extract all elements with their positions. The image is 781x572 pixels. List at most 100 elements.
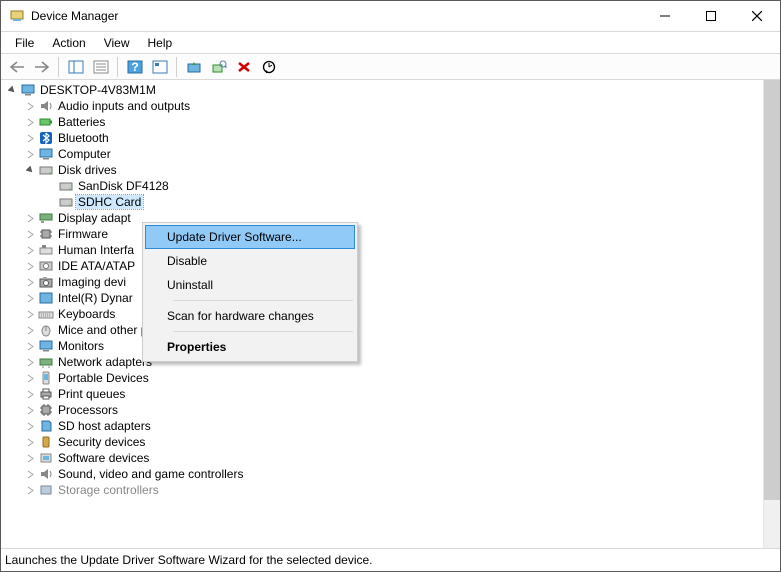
menu-view[interactable]: View bbox=[96, 34, 138, 52]
expand-icon[interactable] bbox=[23, 342, 37, 351]
node-sandisk[interactable]: SanDisk DF4128 bbox=[1, 178, 763, 194]
expand-icon[interactable] bbox=[23, 358, 37, 367]
scroll-thumb[interactable] bbox=[764, 80, 780, 500]
expand-icon[interactable] bbox=[23, 470, 37, 479]
ctx-properties[interactable]: Properties bbox=[145, 335, 355, 359]
maximize-button[interactable] bbox=[688, 1, 734, 31]
action-button[interactable] bbox=[148, 56, 171, 78]
node-keyboards[interactable]: Keyboards bbox=[1, 306, 763, 322]
camera-icon bbox=[38, 274, 54, 290]
node-computer[interactable]: Computer bbox=[1, 146, 763, 162]
tree-label: Display adapt bbox=[56, 211, 133, 225]
expand-icon[interactable] bbox=[23, 390, 37, 399]
help-button[interactable]: ? bbox=[123, 56, 146, 78]
display-adapter-icon bbox=[38, 210, 54, 226]
node-mice[interactable]: Mice and other pointing devices bbox=[1, 322, 763, 338]
expand-icon[interactable] bbox=[23, 262, 37, 271]
minimize-button[interactable] bbox=[642, 1, 688, 31]
tree-label: Software devices bbox=[56, 451, 151, 465]
ctx-scan-hardware[interactable]: Scan for hardware changes bbox=[145, 304, 355, 328]
ctx-update-driver[interactable]: Update Driver Software... bbox=[145, 225, 355, 249]
properties-button[interactable] bbox=[89, 56, 112, 78]
tree-label: Imaging devi bbox=[56, 275, 128, 289]
expand-icon[interactable] bbox=[23, 486, 37, 495]
tree-label: Batteries bbox=[56, 115, 107, 129]
expand-icon[interactable] bbox=[23, 230, 37, 239]
ctx-disable[interactable]: Disable bbox=[145, 249, 355, 273]
expand-icon[interactable] bbox=[23, 374, 37, 383]
app-icon bbox=[9, 8, 25, 24]
disable-button[interactable] bbox=[257, 56, 280, 78]
expand-collapse-icon[interactable] bbox=[5, 86, 19, 95]
node-security[interactable]: Security devices bbox=[1, 434, 763, 450]
update-driver-button[interactable] bbox=[182, 56, 205, 78]
node-firmware[interactable]: Firmware bbox=[1, 226, 763, 242]
back-button[interactable] bbox=[5, 56, 28, 78]
mouse-icon bbox=[38, 322, 54, 338]
node-batteries[interactable]: Batteries bbox=[1, 114, 763, 130]
tree-label: Security devices bbox=[56, 435, 147, 449]
node-display[interactable]: Display adapt bbox=[1, 210, 763, 226]
tree-label: Audio inputs and outputs bbox=[56, 99, 192, 113]
expand-icon[interactable] bbox=[23, 214, 37, 223]
tree-label: Monitors bbox=[56, 339, 106, 353]
tree-label-selected: SDHC Card bbox=[76, 195, 143, 209]
node-diskdrives[interactable]: Disk drives bbox=[1, 162, 763, 178]
node-bluetooth[interactable]: Bluetooth bbox=[1, 130, 763, 146]
node-storage[interactable]: Storage controllers bbox=[1, 482, 763, 498]
expand-icon[interactable] bbox=[23, 310, 37, 319]
expand-icon[interactable] bbox=[23, 102, 37, 111]
expand-icon[interactable] bbox=[23, 454, 37, 463]
expand-icon[interactable] bbox=[23, 134, 37, 143]
keyboard-icon bbox=[38, 306, 54, 322]
expand-icon[interactable] bbox=[23, 150, 37, 159]
menu-action[interactable]: Action bbox=[44, 34, 93, 52]
separator bbox=[176, 57, 177, 77]
vertical-scrollbar[interactable] bbox=[763, 80, 780, 548]
node-printq[interactable]: Print queues bbox=[1, 386, 763, 402]
node-ide[interactable]: IDE ATA/ATAP bbox=[1, 258, 763, 274]
collapse-icon[interactable] bbox=[23, 166, 37, 175]
node-sound[interactable]: Sound, video and game controllers bbox=[1, 466, 763, 482]
forward-button[interactable] bbox=[30, 56, 53, 78]
node-sdhost[interactable]: SD host adapters bbox=[1, 418, 763, 434]
node-processors[interactable]: Processors bbox=[1, 402, 763, 418]
menu-help[interactable]: Help bbox=[140, 34, 181, 52]
tree-label: Portable Devices bbox=[56, 371, 151, 385]
tree-label: Bluetooth bbox=[56, 131, 111, 145]
close-button[interactable] bbox=[734, 1, 780, 31]
node-imaging[interactable]: Imaging devi bbox=[1, 274, 763, 290]
security-icon bbox=[38, 434, 54, 450]
expand-icon[interactable] bbox=[23, 294, 37, 303]
speaker-icon bbox=[38, 98, 54, 114]
node-audio[interactable]: Audio inputs and outputs bbox=[1, 98, 763, 114]
ctx-uninstall[interactable]: Uninstall bbox=[145, 273, 355, 297]
show-hide-console-button[interactable] bbox=[64, 56, 87, 78]
node-hid[interactable]: Human Interfa bbox=[1, 242, 763, 258]
expand-icon[interactable] bbox=[23, 118, 37, 127]
separator bbox=[117, 57, 118, 77]
node-monitors[interactable]: Monitors bbox=[1, 338, 763, 354]
menu-file[interactable]: File bbox=[7, 34, 42, 52]
node-portable[interactable]: Portable Devices bbox=[1, 370, 763, 386]
expand-icon[interactable] bbox=[23, 278, 37, 287]
node-intel[interactable]: Intel(R) Dynar bbox=[1, 290, 763, 306]
expand-icon[interactable] bbox=[23, 406, 37, 415]
node-software[interactable]: Software devices bbox=[1, 450, 763, 466]
scan-hardware-button[interactable] bbox=[207, 56, 230, 78]
device-tree[interactable]: DESKTOP-4V83M1M Audio inputs and outputs… bbox=[1, 80, 763, 548]
expand-icon[interactable] bbox=[23, 326, 37, 335]
expand-icon[interactable] bbox=[23, 438, 37, 447]
expand-icon[interactable] bbox=[23, 246, 37, 255]
status-text: Launches the Update Driver Software Wiza… bbox=[5, 553, 373, 567]
node-network[interactable]: Network adapters bbox=[1, 354, 763, 370]
software-device-icon bbox=[38, 450, 54, 466]
node-sdhc-card[interactable]: SDHC Card bbox=[1, 194, 763, 210]
context-menu: Update Driver Software... Disable Uninst… bbox=[142, 222, 358, 362]
ctx-separator bbox=[173, 300, 353, 301]
tree-label: Human Interfa bbox=[56, 243, 136, 257]
uninstall-button[interactable] bbox=[232, 56, 255, 78]
tree-root[interactable]: DESKTOP-4V83M1M bbox=[1, 82, 763, 98]
disk-icon bbox=[58, 178, 74, 194]
expand-icon[interactable] bbox=[23, 422, 37, 431]
